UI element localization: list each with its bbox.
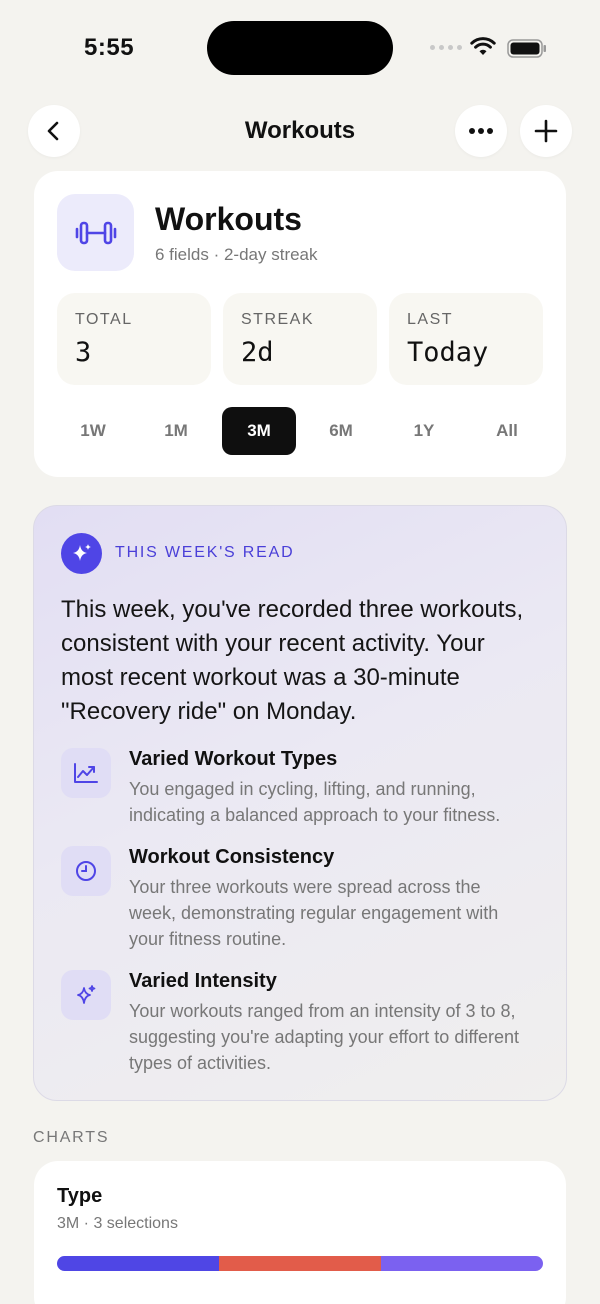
stat-value: Today bbox=[407, 337, 489, 368]
insight-summary: This week, you've recorded three workout… bbox=[61, 596, 524, 725]
range-1y[interactable]: 1Y bbox=[387, 407, 461, 455]
range-1w[interactable]: 1W bbox=[56, 407, 130, 455]
stat-streak: STREAK 2d bbox=[223, 293, 377, 385]
status-bar: 5:55 bbox=[0, 0, 600, 96]
wifi-icon bbox=[470, 37, 496, 55]
insight-item-title: Workout Consistency bbox=[129, 846, 335, 868]
stat-label: TOTAL bbox=[75, 311, 133, 328]
add-button[interactable] bbox=[520, 105, 572, 157]
trend-up-icon bbox=[74, 763, 98, 783]
insight-item-icon-tile bbox=[61, 970, 111, 1020]
sparkle-icon bbox=[72, 543, 91, 561]
type-distribution-bar bbox=[57, 1256, 543, 1271]
stat-label: LAST bbox=[407, 311, 454, 328]
insight-item-icon-tile bbox=[61, 846, 111, 896]
range-1m[interactable]: 1M bbox=[139, 407, 213, 455]
more-button[interactable] bbox=[455, 105, 507, 157]
range-3m[interactable]: 3M bbox=[222, 407, 296, 455]
time-range-selector: 1W 1M 3M 6M 1Y All bbox=[52, 407, 548, 455]
tracker-subtitle: 6 fields · 2-day streak bbox=[155, 245, 318, 264]
insight-item-desc: Your workouts ranged from an intensity o… bbox=[129, 1001, 520, 1073]
type-chart-card[interactable]: Type 3M · 3 selections bbox=[34, 1161, 566, 1304]
type-segment-2 bbox=[218, 1256, 382, 1271]
page-title: Workouts bbox=[244, 117, 356, 144]
clock-icon bbox=[76, 861, 96, 881]
sparkle-icon bbox=[77, 985, 96, 1004]
tracker-icon-tile bbox=[57, 194, 134, 271]
battery-icon bbox=[507, 39, 546, 58]
range-all[interactable]: All bbox=[470, 407, 544, 455]
cellular-signal-icon bbox=[430, 45, 462, 50]
insight-item-title: Varied Intensity bbox=[129, 970, 277, 992]
stat-total: TOTAL 3 bbox=[57, 293, 211, 385]
insight-item-desc: You engaged in cycling, lifting, and run… bbox=[129, 779, 501, 825]
insight-label: THIS WEEK'S READ bbox=[115, 544, 295, 561]
ellipsis-icon bbox=[469, 128, 493, 134]
insight-item-title: Varied Workout Types bbox=[129, 748, 338, 770]
range-6m[interactable]: 6M bbox=[304, 407, 378, 455]
insight-item-desc: Your three workouts were spread across t… bbox=[129, 877, 499, 949]
dumbbell-icon bbox=[75, 221, 116, 244]
plus-icon bbox=[534, 119, 558, 143]
dynamic-island bbox=[207, 21, 393, 75]
type-segment-3 bbox=[381, 1256, 543, 1271]
insight-item-icon-tile bbox=[61, 748, 111, 798]
stat-last: LAST Today bbox=[389, 293, 543, 385]
tracker-summary-card: Workouts 6 fields · 2-day streak TOTAL 3… bbox=[34, 171, 566, 477]
chart-subtitle: 3M · 3 selections bbox=[57, 1215, 178, 1232]
status-time: 5:55 bbox=[84, 34, 135, 61]
weekly-insight-card: THIS WEEK'S READ This week, you've recor… bbox=[33, 505, 567, 1101]
tracker-title: Workouts bbox=[155, 201, 302, 237]
stat-value: 3 bbox=[75, 337, 92, 368]
stat-value: 2d bbox=[241, 337, 274, 368]
charts-section-label: CHARTS bbox=[33, 1129, 110, 1146]
chart-title: Type bbox=[57, 1185, 103, 1207]
stat-label: STREAK bbox=[241, 311, 315, 328]
insight-badge bbox=[61, 533, 102, 574]
navigation-bar: Workouts bbox=[0, 105, 600, 159]
type-segment-1 bbox=[57, 1256, 219, 1271]
